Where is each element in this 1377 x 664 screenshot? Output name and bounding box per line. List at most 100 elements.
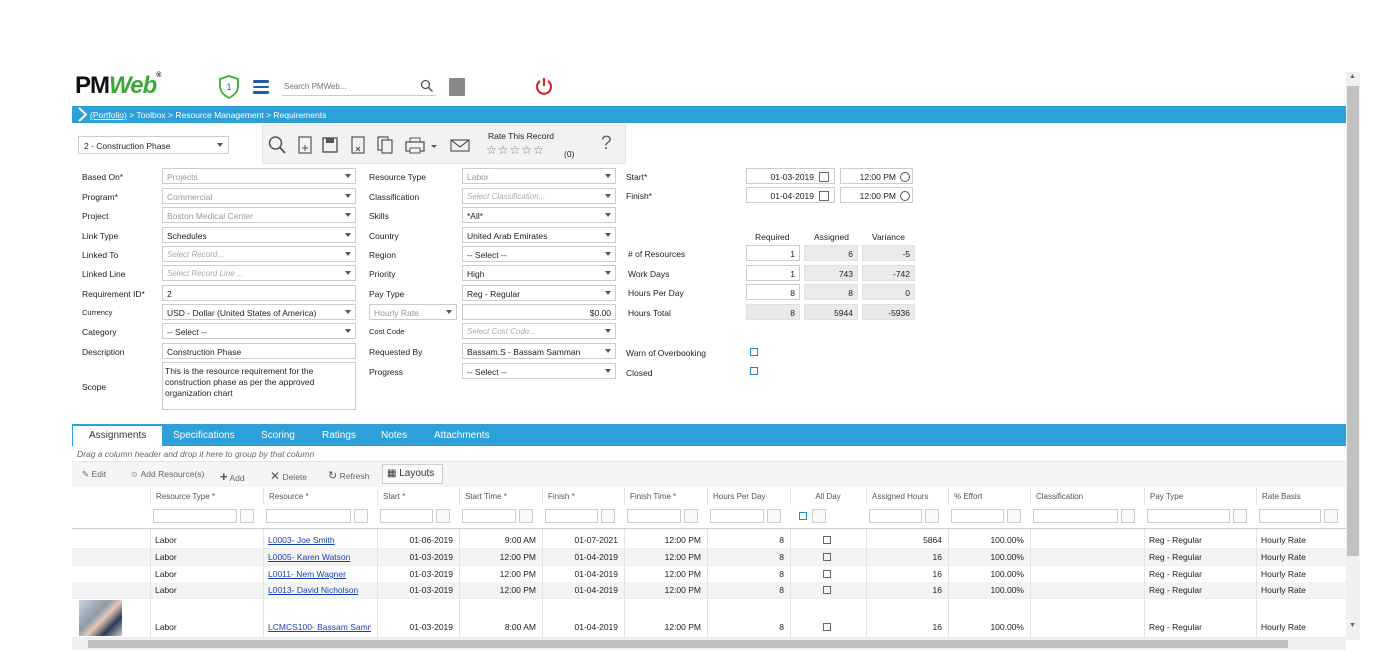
film-icon[interactable] [449, 78, 465, 96]
start-date-field[interactable]: 01-03-2019 [746, 168, 835, 184]
delete-record-icon[interactable] [349, 135, 367, 155]
filter-icon[interactable] [240, 509, 254, 523]
search-record-icon[interactable] [268, 135, 286, 155]
save-icon[interactable] [321, 135, 339, 155]
all-day-checkbox[interactable] [823, 570, 831, 578]
filter-icon[interactable] [1007, 509, 1021, 523]
column-filter-input-6[interactable] [710, 509, 764, 523]
filter-icon[interactable] [601, 509, 615, 523]
column-header-9[interactable]: % Effort [948, 488, 1029, 505]
tab-scoring[interactable]: Scoring [261, 430, 295, 441]
layouts-button[interactable]: ▦ Layouts [382, 464, 443, 484]
column-filter-input-1[interactable] [266, 509, 351, 523]
closed-checkbox[interactable] [750, 367, 758, 375]
column-header-11[interactable]: Pay Type [1144, 488, 1255, 505]
filter-icon[interactable] [519, 509, 533, 523]
delete-button[interactable]: ✕ Delete [270, 469, 307, 483]
column-filter-input-9[interactable] [951, 509, 1004, 523]
column-header-2[interactable]: Start * [377, 488, 458, 505]
clock-icon[interactable] [900, 172, 910, 182]
column-filter-input-5[interactable] [627, 509, 681, 523]
field-col1-1[interactable]: Commercial [162, 188, 356, 204]
field-col2-10[interactable]: -- Select -- [462, 363, 616, 379]
column-header-8[interactable]: Assigned Hours [866, 488, 947, 505]
scroll-up-icon[interactable]: ▲ [1349, 73, 1356, 80]
calendar-icon[interactable] [819, 172, 829, 182]
column-filter-input-4[interactable] [545, 509, 598, 523]
field-col1-2[interactable]: Boston Medical Center [162, 207, 356, 223]
field-col1-7[interactable]: USD - Dollar (United States of America) [162, 304, 356, 320]
field-col1-8[interactable]: -- Select -- [162, 323, 356, 339]
column-header-10[interactable]: Classification [1030, 488, 1143, 505]
print-icon[interactable] [405, 135, 439, 155]
field-col2-1[interactable]: Select Classification... [462, 188, 616, 204]
field-col2-5[interactable]: High [462, 265, 616, 281]
filter-icon[interactable] [1233, 509, 1247, 523]
new-record-icon[interactable] [296, 135, 314, 155]
all-day-checkbox[interactable] [823, 586, 831, 594]
column-header-4[interactable]: Finish * [542, 488, 623, 505]
column-filter-input-0[interactable] [153, 509, 237, 523]
all-day-checkbox[interactable] [823, 623, 831, 631]
filter-icon[interactable] [1121, 509, 1135, 523]
metric-required-3[interactable]: 8 [746, 304, 800, 320]
chevron-right-icon[interactable] [76, 107, 88, 122]
hourly-rate-basis-select[interactable]: Hourly Rate [369, 304, 457, 320]
clock-icon[interactable] [900, 191, 910, 201]
field-col2-6[interactable]: Reg - Regular [462, 285, 616, 301]
menu-icon[interactable] [253, 80, 269, 94]
breadcrumb-portfolio-link[interactable]: (Portfolio) [90, 110, 127, 120]
field-col1-5[interactable]: Select Record Line ... [162, 265, 356, 281]
email-icon[interactable] [450, 135, 470, 155]
filter-icon[interactable] [1324, 509, 1338, 523]
column-filter-input-8[interactable] [869, 509, 922, 523]
tab-assignments[interactable]: Assignments [73, 426, 163, 446]
finish-time-field[interactable]: 12:00 PM [840, 187, 913, 203]
column-header-12[interactable]: Rate Basis [1256, 488, 1346, 505]
start-time-field[interactable]: 12:00 PM [840, 168, 913, 184]
pmweb-logo[interactable]: PMWeb® [75, 72, 161, 100]
column-filter-input-2[interactable] [380, 509, 433, 523]
all-day-header-checkbox[interactable] [799, 512, 807, 520]
rating-stars[interactable]: ☆☆☆☆☆ [486, 143, 545, 157]
all-day-checkbox[interactable] [823, 553, 831, 561]
field-col2-3[interactable]: United Arab Emirates [462, 227, 616, 243]
filter-icon[interactable] [767, 509, 781, 523]
field-col2-8[interactable]: Select Cost Code... [462, 323, 616, 339]
record-selector[interactable]: 2 - Construction Phase [78, 136, 229, 154]
add-button[interactable]: + Add [220, 469, 245, 484]
shield-icon[interactable]: 1 [218, 75, 240, 99]
resource-link[interactable]: L0005- Karen Watson [268, 552, 371, 562]
field-col1-6[interactable]: 2 [162, 285, 356, 301]
field-col2-9[interactable]: Bassam.S - Bassam Samman [462, 343, 616, 359]
copy-icon[interactable] [376, 135, 394, 155]
hourly-rate-field[interactable]: $0.00 [462, 304, 616, 320]
search-icon[interactable] [420, 79, 434, 93]
field-col1-9[interactable]: Construction Phase [162, 343, 356, 359]
search-input[interactable] [282, 78, 436, 96]
column-header-1[interactable]: Resource * [263, 488, 376, 505]
tab-ratings[interactable]: Ratings [322, 430, 356, 441]
metric-required-1[interactable]: 1 [746, 265, 800, 281]
column-header-3[interactable]: Start Time * [459, 488, 541, 505]
column-filter-input-10[interactable] [1033, 509, 1118, 523]
filter-icon[interactable] [925, 509, 939, 523]
resource-link[interactable]: L0013- David Nicholson [268, 585, 371, 595]
field-col2-4[interactable]: -- Select -- [462, 246, 616, 262]
tab-attachments[interactable]: Attachments [434, 430, 490, 441]
metric-required-0[interactable]: 1 [746, 245, 800, 261]
vertical-scroll-thumb[interactable] [1347, 86, 1359, 556]
resource-link[interactable]: LCMCS100- Bassam Samman [268, 622, 371, 632]
resource-link[interactable]: L0003- Joe Smith [268, 535, 371, 545]
filter-icon[interactable] [354, 509, 368, 523]
calendar-icon[interactable] [819, 191, 829, 201]
tab-notes[interactable]: Notes [381, 430, 407, 441]
power-icon[interactable] [534, 76, 554, 96]
field-col2-2[interactable]: *All* [462, 207, 616, 223]
scope-textarea[interactable]: This is the resource requirement for the… [162, 362, 356, 410]
column-filter-input-11[interactable] [1147, 509, 1230, 523]
add-resources-button[interactable]: ☺ Add Resource(s) [130, 469, 204, 479]
refresh-button[interactable]: ↻ Refresh [328, 469, 369, 482]
filter-icon[interactable] [436, 509, 450, 523]
resource-link[interactable]: L0011- Nem Wagner [268, 569, 371, 579]
